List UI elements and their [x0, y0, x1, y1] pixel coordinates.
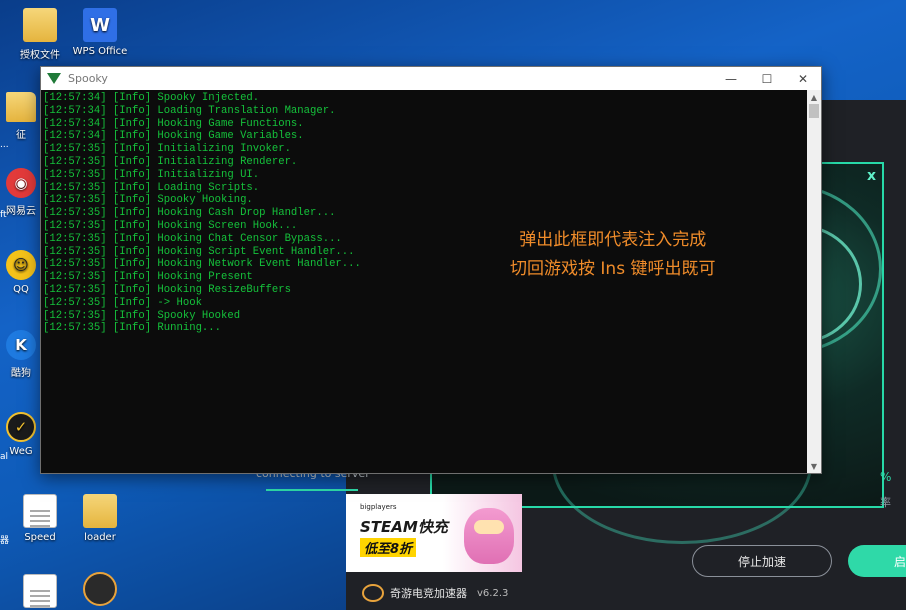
injection-notice: 弹出此框即代表注入完成 切回游戏按 Ins 键呼出既可	[510, 226, 715, 284]
desktop-icon-license-folder[interactable]: 授权文件	[10, 8, 70, 61]
accelerator-logo-icon	[362, 584, 384, 602]
mascot-icon	[464, 508, 514, 564]
console-line: [12:57:35] [Info] -> Hook	[43, 296, 202, 309]
accelerator-brand: 奇游电竞加速器 v6.2.3	[346, 576, 522, 610]
document-icon	[23, 574, 57, 608]
maximize-button[interactable]: ☐	[749, 67, 785, 90]
version-label: v6.2.3	[477, 587, 509, 599]
console-line: [12:57:35] [Info] Spooky Hooked	[43, 309, 241, 322]
wegame-icon: ✓	[6, 412, 36, 442]
desktop-edge-label: 器	[0, 536, 10, 546]
steam-promo-banner[interactable]: bigplayers STEAM快充 低至8折	[346, 494, 522, 572]
console-line: [12:57:35] [Info] Initializing Renderer.	[43, 155, 298, 168]
desktop-icon-kugou[interactable]: K 酷狗	[0, 330, 42, 379]
desktop-edge-label: ft	[0, 210, 7, 220]
desktop-edge-label: ...	[0, 140, 9, 150]
document-icon	[23, 494, 57, 528]
desktop-icon-wps[interactable]: W WPS Office	[70, 8, 130, 57]
desktop-icon-label: loader	[84, 532, 116, 543]
banner-headline: STEAM快充	[360, 518, 448, 536]
console-line: [12:57:34] [Info] Spooky Injected.	[43, 92, 260, 104]
folder-icon	[83, 494, 117, 528]
desktop-icon-loader[interactable]: loader	[70, 494, 130, 543]
spooky-app-icon	[47, 73, 61, 84]
desktop-icon-label: 酷狗	[11, 368, 31, 379]
folder-icon	[23, 8, 57, 42]
rate-label: 率	[880, 496, 891, 509]
kugou-icon: K	[6, 330, 36, 360]
desktop-icon-qq[interactable]: ☺ QQ	[0, 250, 42, 295]
desktop-edge-label: al	[0, 452, 9, 462]
desktop-icon-wegame[interactable]: ✓ WeG	[0, 412, 42, 457]
minimize-button[interactable]: —	[713, 67, 749, 90]
netease-music-icon: ◉	[6, 168, 36, 198]
banner-promo: 低至8折	[360, 538, 417, 557]
console-line: [12:57:35] [Info] Hooking Cash Drop Hand…	[43, 207, 336, 220]
console-line: [12:57:35] [Info] Initializing Invoker.	[43, 143, 291, 156]
window-controls: — ☐ ✕	[713, 67, 821, 90]
desktop-icon-label: WeG	[9, 446, 33, 457]
brand-name: 奇游电竞加速器	[390, 587, 467, 600]
desktop-icon-label: 征	[16, 130, 26, 141]
desktop-icon-label: Speed	[24, 532, 56, 543]
scroll-down-icon[interactable]: ▼	[807, 459, 821, 473]
banner-badge: bigplayers	[360, 503, 397, 511]
window-title: Spooky	[68, 72, 108, 85]
console-line: [12:57:34] [Info] Loading Translation Ma…	[43, 104, 336, 117]
close-icon[interactable]: x	[867, 168, 876, 184]
console-line: [12:57:35] [Info] Loading Scripts.	[43, 181, 260, 194]
desktop-icon-label: WPS Office	[72, 46, 128, 57]
desktop-icon-label: 授权文件	[20, 50, 60, 61]
stop-acceleration-button[interactable]: 停止加速	[692, 545, 832, 577]
start-button[interactable]: 启	[848, 545, 906, 577]
accelerator-app-icon	[83, 572, 117, 606]
desktop-icon-doc[interactable]	[10, 574, 70, 610]
vertical-scrollbar[interactable]: ▲ ▼	[807, 90, 821, 473]
desktop-icon-label: 网易云	[6, 206, 36, 217]
connection-progress-bar	[266, 489, 358, 491]
console-line: [12:57:35] [Info] Hooking ResizeBuffers	[43, 283, 291, 296]
console-line: [12:57:34] [Info] Hooking Game Variables…	[43, 130, 304, 143]
folder-icon	[6, 92, 36, 122]
console-line: [12:57:35] [Info] Spooky Hooking.	[43, 194, 253, 207]
notice-line: 切回游戏按 Ins 键呼出既可	[510, 259, 716, 279]
progress-percent: %	[880, 470, 892, 484]
title-bar[interactable]: Spooky — ☐ ✕	[41, 67, 821, 90]
scroll-thumb[interactable]	[809, 104, 819, 118]
qq-icon: ☺	[6, 250, 36, 280]
console-line: [12:57:35] [Info] Running...	[43, 322, 222, 335]
console-line: [12:57:35] [Info] Initializing UI.	[43, 168, 260, 181]
desktop-icon-accelerator[interactable]	[70, 572, 130, 610]
desktop-icon-label: QQ	[13, 284, 29, 295]
desktop-icon-speed[interactable]: Speed	[10, 494, 70, 543]
desktop-icon-left-1[interactable]: 征	[0, 92, 42, 141]
wps-office-icon: W	[83, 8, 117, 42]
notice-line: 弹出此框即代表注入完成	[519, 230, 707, 250]
scroll-up-icon[interactable]: ▲	[807, 90, 821, 104]
console-line: [12:57:34] [Info] Hooking Game Functions…	[43, 117, 304, 130]
close-button[interactable]: ✕	[785, 67, 821, 90]
